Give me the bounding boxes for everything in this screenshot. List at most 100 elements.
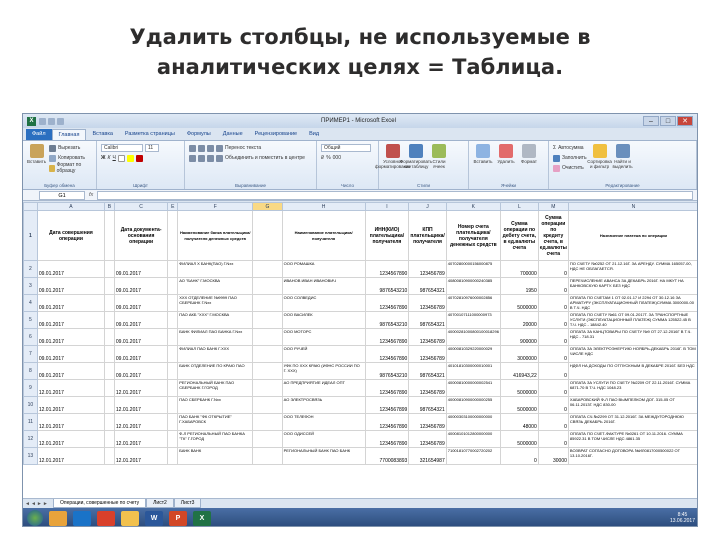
date-cell[interactable]: 09.01.2017 (36, 294, 106, 312)
folder-icon[interactable] (121, 510, 139, 526)
date-cell[interactable]: 12.01.2017 (36, 379, 106, 397)
header-cell[interactable]: ИНН(КИО) плательщика/получателя (364, 210, 410, 261)
col-header[interactable]: C (113, 202, 169, 211)
empty-cell[interactable] (252, 396, 283, 414)
empty-cell[interactable] (252, 345, 283, 363)
kpp-cell[interactable]: 123456789 (408, 345, 447, 363)
currency-button[interactable]: ₽ (321, 155, 324, 161)
bank-cell[interactable]: РЕГИОНАЛЬНЫЙ БАНК ПАО СБЕРБАНК Г.ГОРОД (177, 379, 254, 397)
doc-date-cell[interactable]: 12.01.2017 (113, 396, 169, 414)
powerpoint-icon[interactable]: P (169, 510, 187, 526)
date-cell[interactable]: 12.01.2017 (36, 447, 106, 465)
empty-cell[interactable] (252, 413, 283, 431)
empty-cell[interactable] (104, 379, 115, 397)
bank-cell[interactable]: АО "БАНК" Г.МОСКВА (177, 277, 254, 295)
empty-cell[interactable] (104, 413, 115, 431)
save-icon[interactable] (39, 117, 46, 125)
row-number[interactable]: 13 (23, 447, 38, 465)
tab-file[interactable]: Файл (26, 129, 52, 140)
empty-cell[interactable] (167, 294, 179, 312)
row-number[interactable]: 7 (23, 345, 38, 363)
empty-cell[interactable] (252, 447, 283, 465)
tab-data[interactable]: Данные (217, 129, 249, 140)
align-right-icon[interactable] (207, 154, 214, 162)
payer-name-cell[interactable]: УФК ПО ХХХ КРАЮ (ИФНС РОССИИ ПО Г. ХХХ) (281, 362, 366, 380)
header-cell[interactable]: Сумма операции по дебету счета, в ед.вал… (499, 210, 539, 261)
credit-cell[interactable]: 0 (537, 362, 569, 380)
inn-cell[interactable]: 1234567890 (364, 328, 410, 346)
debit-cell[interactable]: 5000000 (499, 396, 539, 414)
payer-name-cell[interactable]: ООО ТЕЛЕФОН (281, 413, 366, 431)
header-cell[interactable]: Сумма операции по кредиту счета, в ед.ва… (537, 210, 569, 261)
kpp-cell[interactable]: 987654321 (408, 277, 447, 295)
inn-cell[interactable]: 9876543210 (364, 311, 410, 329)
payer-name-cell[interactable]: ООО ВАСИЛЕК (281, 311, 366, 329)
purpose-cell[interactable]: ОПЛАТА ЗА ЭЛЕКТРОЭНЕРГИЮ НОЯБРЬ-ДЕКАБРЬ … (567, 345, 697, 363)
date-cell[interactable]: 12.01.2017 (36, 430, 106, 448)
font-size-select[interactable]: 11 (145, 144, 159, 152)
purpose-cell[interactable]: ОПЛАТА ПО СЧЕТАМ 1 ОТ 02.01.17 И 2294 ОТ… (567, 294, 697, 312)
kpp-cell[interactable]: 123456789 (408, 430, 447, 448)
debit-cell[interactable]: 5000000 (499, 294, 539, 312)
align-bottom-icon[interactable] (207, 144, 214, 152)
indent-icon[interactable] (216, 154, 223, 162)
excel-taskbar-icon[interactable]: X (193, 510, 211, 526)
inn-cell[interactable]: 1234567890 (364, 430, 410, 448)
debit-cell[interactable]: 5000000 (499, 379, 539, 397)
empty-cell[interactable] (167, 379, 179, 397)
credit-cell[interactable]: 0 (537, 294, 569, 312)
minimize-button[interactable]: – (643, 116, 659, 126)
empty-cell[interactable] (104, 447, 115, 465)
empty-cell[interactable] (167, 210, 179, 261)
merge-center-button[interactable]: Объединить и поместить в центре (225, 155, 305, 161)
account-cell[interactable]: 40008101012800000000 (445, 430, 501, 448)
empty-cell[interactable] (167, 447, 179, 465)
browser-icon[interactable] (73, 510, 91, 526)
tab-formulas[interactable]: Формулы (181, 129, 217, 140)
empty-cell[interactable] (252, 294, 283, 312)
debit-cell[interactable]: 3000000 (499, 345, 539, 363)
col-header[interactable]: A (36, 202, 106, 211)
inn-cell[interactable]: 1234567890 (364, 379, 410, 397)
date-cell[interactable]: 12.01.2017 (36, 396, 106, 414)
explorer-icon[interactable] (49, 510, 67, 526)
kpp-cell[interactable]: 123456789 (408, 413, 447, 431)
date-cell[interactable]: 09.01.2017 (36, 277, 106, 295)
col-header[interactable]: I (364, 202, 410, 211)
inn-cell[interactable]: 1234567890 (364, 294, 410, 312)
start-button[interactable] (27, 510, 43, 526)
credit-cell[interactable]: 0 (537, 328, 569, 346)
inn-cell[interactable]: 1234567899 (364, 396, 410, 414)
date-cell[interactable]: 09.01.2017 (36, 362, 106, 380)
bank-cell[interactable]: ФИЛИАЛ ПАО БАНК Г.ХХХ (177, 345, 254, 363)
empty-cell[interactable] (252, 260, 283, 278)
payer-name-cell[interactable]: АО ЭЛЕКТРОСВЯЗЬ (281, 396, 366, 414)
account-cell[interactable]: 40000810900000000255 (445, 396, 501, 414)
doc-date-cell[interactable]: 09.01.2017 (113, 311, 169, 329)
purpose-cell[interactable]: ОПЛАТА ПО СЧЕТУ №61 ОТ 09.01.2017Г. ЗА Т… (567, 311, 697, 329)
word-icon[interactable]: W (145, 510, 163, 526)
credit-cell[interactable]: 0 (537, 430, 569, 448)
header-cell[interactable]: Наименование банка плательщика/получател… (177, 210, 254, 261)
payer-name-cell[interactable]: ООО МОТОРС (281, 328, 366, 346)
row-number[interactable]: 10 (23, 396, 38, 414)
credit-cell[interactable]: 0 (537, 396, 569, 414)
payer-name-cell[interactable]: ООО ОДИССЕЙ (281, 430, 366, 448)
format-painter-button[interactable]: Формат по образцу (49, 162, 92, 174)
bold-button[interactable]: Ж (101, 155, 106, 161)
empty-cell[interactable] (167, 328, 179, 346)
col-header[interactable]: M (537, 202, 569, 211)
header-cell[interactable]: Номер счета плательщика/получателя денеж… (445, 210, 501, 261)
empty-cell[interactable] (104, 430, 115, 448)
borders-icon[interactable] (117, 154, 125, 162)
date-cell[interactable]: 09.01.2017 (36, 328, 106, 346)
empty-cell[interactable] (104, 210, 115, 261)
col-header-selected[interactable]: G (252, 202, 283, 211)
empty-cell[interactable] (104, 311, 115, 329)
empty-cell[interactable] (252, 362, 283, 380)
empty-cell[interactable] (167, 277, 179, 295)
tab-review[interactable]: Рецензирование (249, 129, 303, 140)
account-cell[interactable]: 40101810300000010001 (445, 362, 501, 380)
font-name-select[interactable]: Calibri (101, 144, 143, 152)
media-icon[interactable] (97, 510, 115, 526)
